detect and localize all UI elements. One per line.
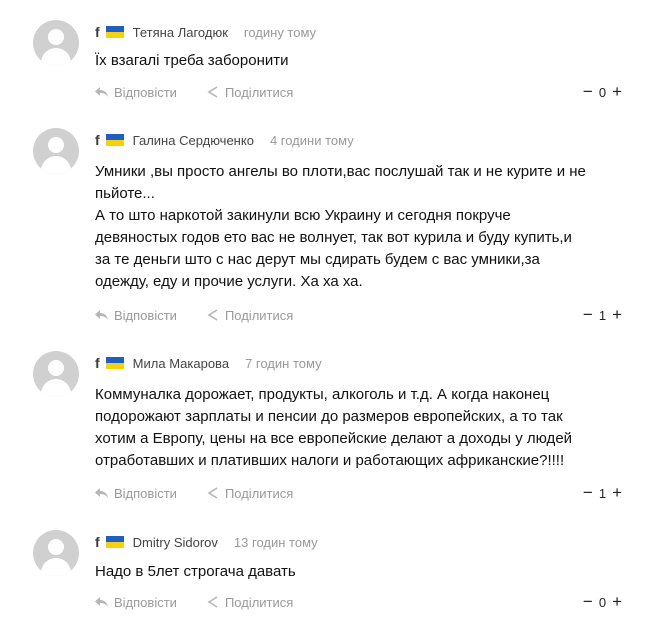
vote-control: − 1 + [583,305,622,325]
reply-button[interactable]: Відповісти [95,85,177,100]
vote-control: − 0 + [583,592,622,612]
share-button[interactable]: Поділитися [207,595,293,610]
upvote-button[interactable]: + [612,592,622,612]
comment: f Мила Макарова 7 годин тому Коммуналка … [0,351,665,511]
reply-button[interactable]: Відповісти [95,595,177,610]
author-name[interactable]: Мила Макарова [133,356,229,371]
comment-text-line: отработавших и плативших налоги и работа… [95,452,565,469]
downvote-button[interactable]: − [583,82,593,102]
vote-control: − 0 + [583,82,622,102]
reply-arrow-icon [95,487,108,498]
ukraine-flag-icon [105,536,124,548]
share-icon [207,86,218,98]
vote-count: 0 [598,84,607,100]
downvote-button[interactable]: − [583,305,593,325]
reply-arrow-icon [95,309,108,320]
reply-label: Відповісти [114,84,177,100]
vote-control: − 1 + [583,483,622,503]
avatar[interactable] [33,351,79,397]
avatar[interactable] [33,20,79,66]
comment-text: Умники ,вы просто ангелы во плоти,вас по… [95,161,650,293]
comment-text-line: хотим а Европу, цены на все европейские … [95,430,573,447]
share-icon [207,596,218,608]
comment-actions: Відповісти Поділитися [95,593,293,611]
comment-actions: Відповісти Поділитися [95,484,293,502]
comment-meta: f Dmitry Sidorov 13 годин тому [95,534,318,550]
comment-text-line: пьйоте... [95,185,155,202]
comment-text-line: А то што наркотой закинули всю Украину и… [95,207,511,224]
share-icon [207,487,218,499]
avatar[interactable] [33,128,79,174]
comment-text-line: девяностых годов ето вас не волнует, так… [95,229,572,246]
reply-button[interactable]: Відповісти [95,486,177,501]
upvote-button[interactable]: + [612,483,622,503]
comment-time: 13 годин тому [233,534,318,550]
facebook-icon: f [95,355,100,371]
comment-text-line: Умники ,вы просто ангелы во плоти,вас по… [95,163,586,180]
downvote-button[interactable]: − [583,483,593,503]
comment-text-line: Їх взагалі треба заборонити [95,52,289,69]
reply-arrow-icon [95,596,108,607]
facebook-icon: f [95,24,100,40]
avatar[interactable] [33,530,79,576]
comment-time: годину тому [243,24,317,40]
reply-label: Відповісти [114,485,177,501]
reply-label: Відповісти [114,594,177,610]
comment-meta: f Мила Макарова 7 годин тому [95,355,322,371]
comment-text-line: подорожают зарплаты и пенсии до размеров… [95,408,563,425]
reply-label: Відповісти [114,307,177,323]
comment-time: 7 годин тому [245,355,322,371]
reply-button[interactable]: Відповісти [95,308,177,323]
comment-meta: f Галина Сердюченко 4 години тому [95,132,354,148]
comment-text: Надо в 5лет строгача давать [95,561,650,583]
upvote-button[interactable]: + [612,82,622,102]
comment-text-line: Надо в 5лет строгача давать [95,563,296,580]
ukraine-flag-icon [105,357,124,369]
share-label: Поділитися [224,84,294,100]
comment-text-line: Коммуналка дорожает, продукты, алкоголь … [95,386,550,403]
downvote-button[interactable]: − [583,592,593,612]
author-name[interactable]: Галина Сердюченко [133,133,254,148]
vote-count: 1 [598,307,607,323]
comment: f Тетяна Лагодюк годину тому Їх взагалі … [0,20,665,110]
comment-text: Коммуналка дорожает, продукты, алкоголь … [95,384,650,472]
author-name[interactable]: Dmitry Sidorov [133,535,218,550]
facebook-icon: f [95,534,100,550]
upvote-button[interactable]: + [612,305,622,325]
comment: f Dmitry Sidorov 13 годин тому Надо в 5л… [0,530,665,620]
comment: f Галина Сердюченко 4 години тому Умники… [0,128,665,328]
vote-count: 0 [598,594,607,610]
comment-meta: f Тетяна Лагодюк годину тому [95,24,316,40]
reply-arrow-icon [95,86,108,97]
comment-time: 4 години тому [269,132,354,148]
share-label: Поділитися [224,594,294,610]
vote-count: 1 [598,485,607,501]
ukraine-flag-icon [105,26,124,38]
author-name[interactable]: Тетяна Лагодюк [133,25,228,40]
comment-actions: Відповісти Поділитися [95,306,293,324]
comment-text: Їх взагалі треба заборонити [95,50,650,72]
facebook-icon: f [95,132,100,148]
share-label: Поділитися [224,485,294,501]
share-icon [207,309,218,321]
ukraine-flag-icon [105,134,124,146]
share-button[interactable]: Поділитися [207,85,293,100]
comment-text-line: за те деньги што с нас дерут мы сдирать … [95,251,540,268]
comment-actions: Відповісти Поділитися [95,83,293,101]
comment-text-line: одежду, еду и прочие услуги. Ха ха ха. [95,273,363,290]
share-label: Поділитися [224,307,294,323]
share-button[interactable]: Поділитися [207,486,293,501]
share-button[interactable]: Поділитися [207,308,293,323]
